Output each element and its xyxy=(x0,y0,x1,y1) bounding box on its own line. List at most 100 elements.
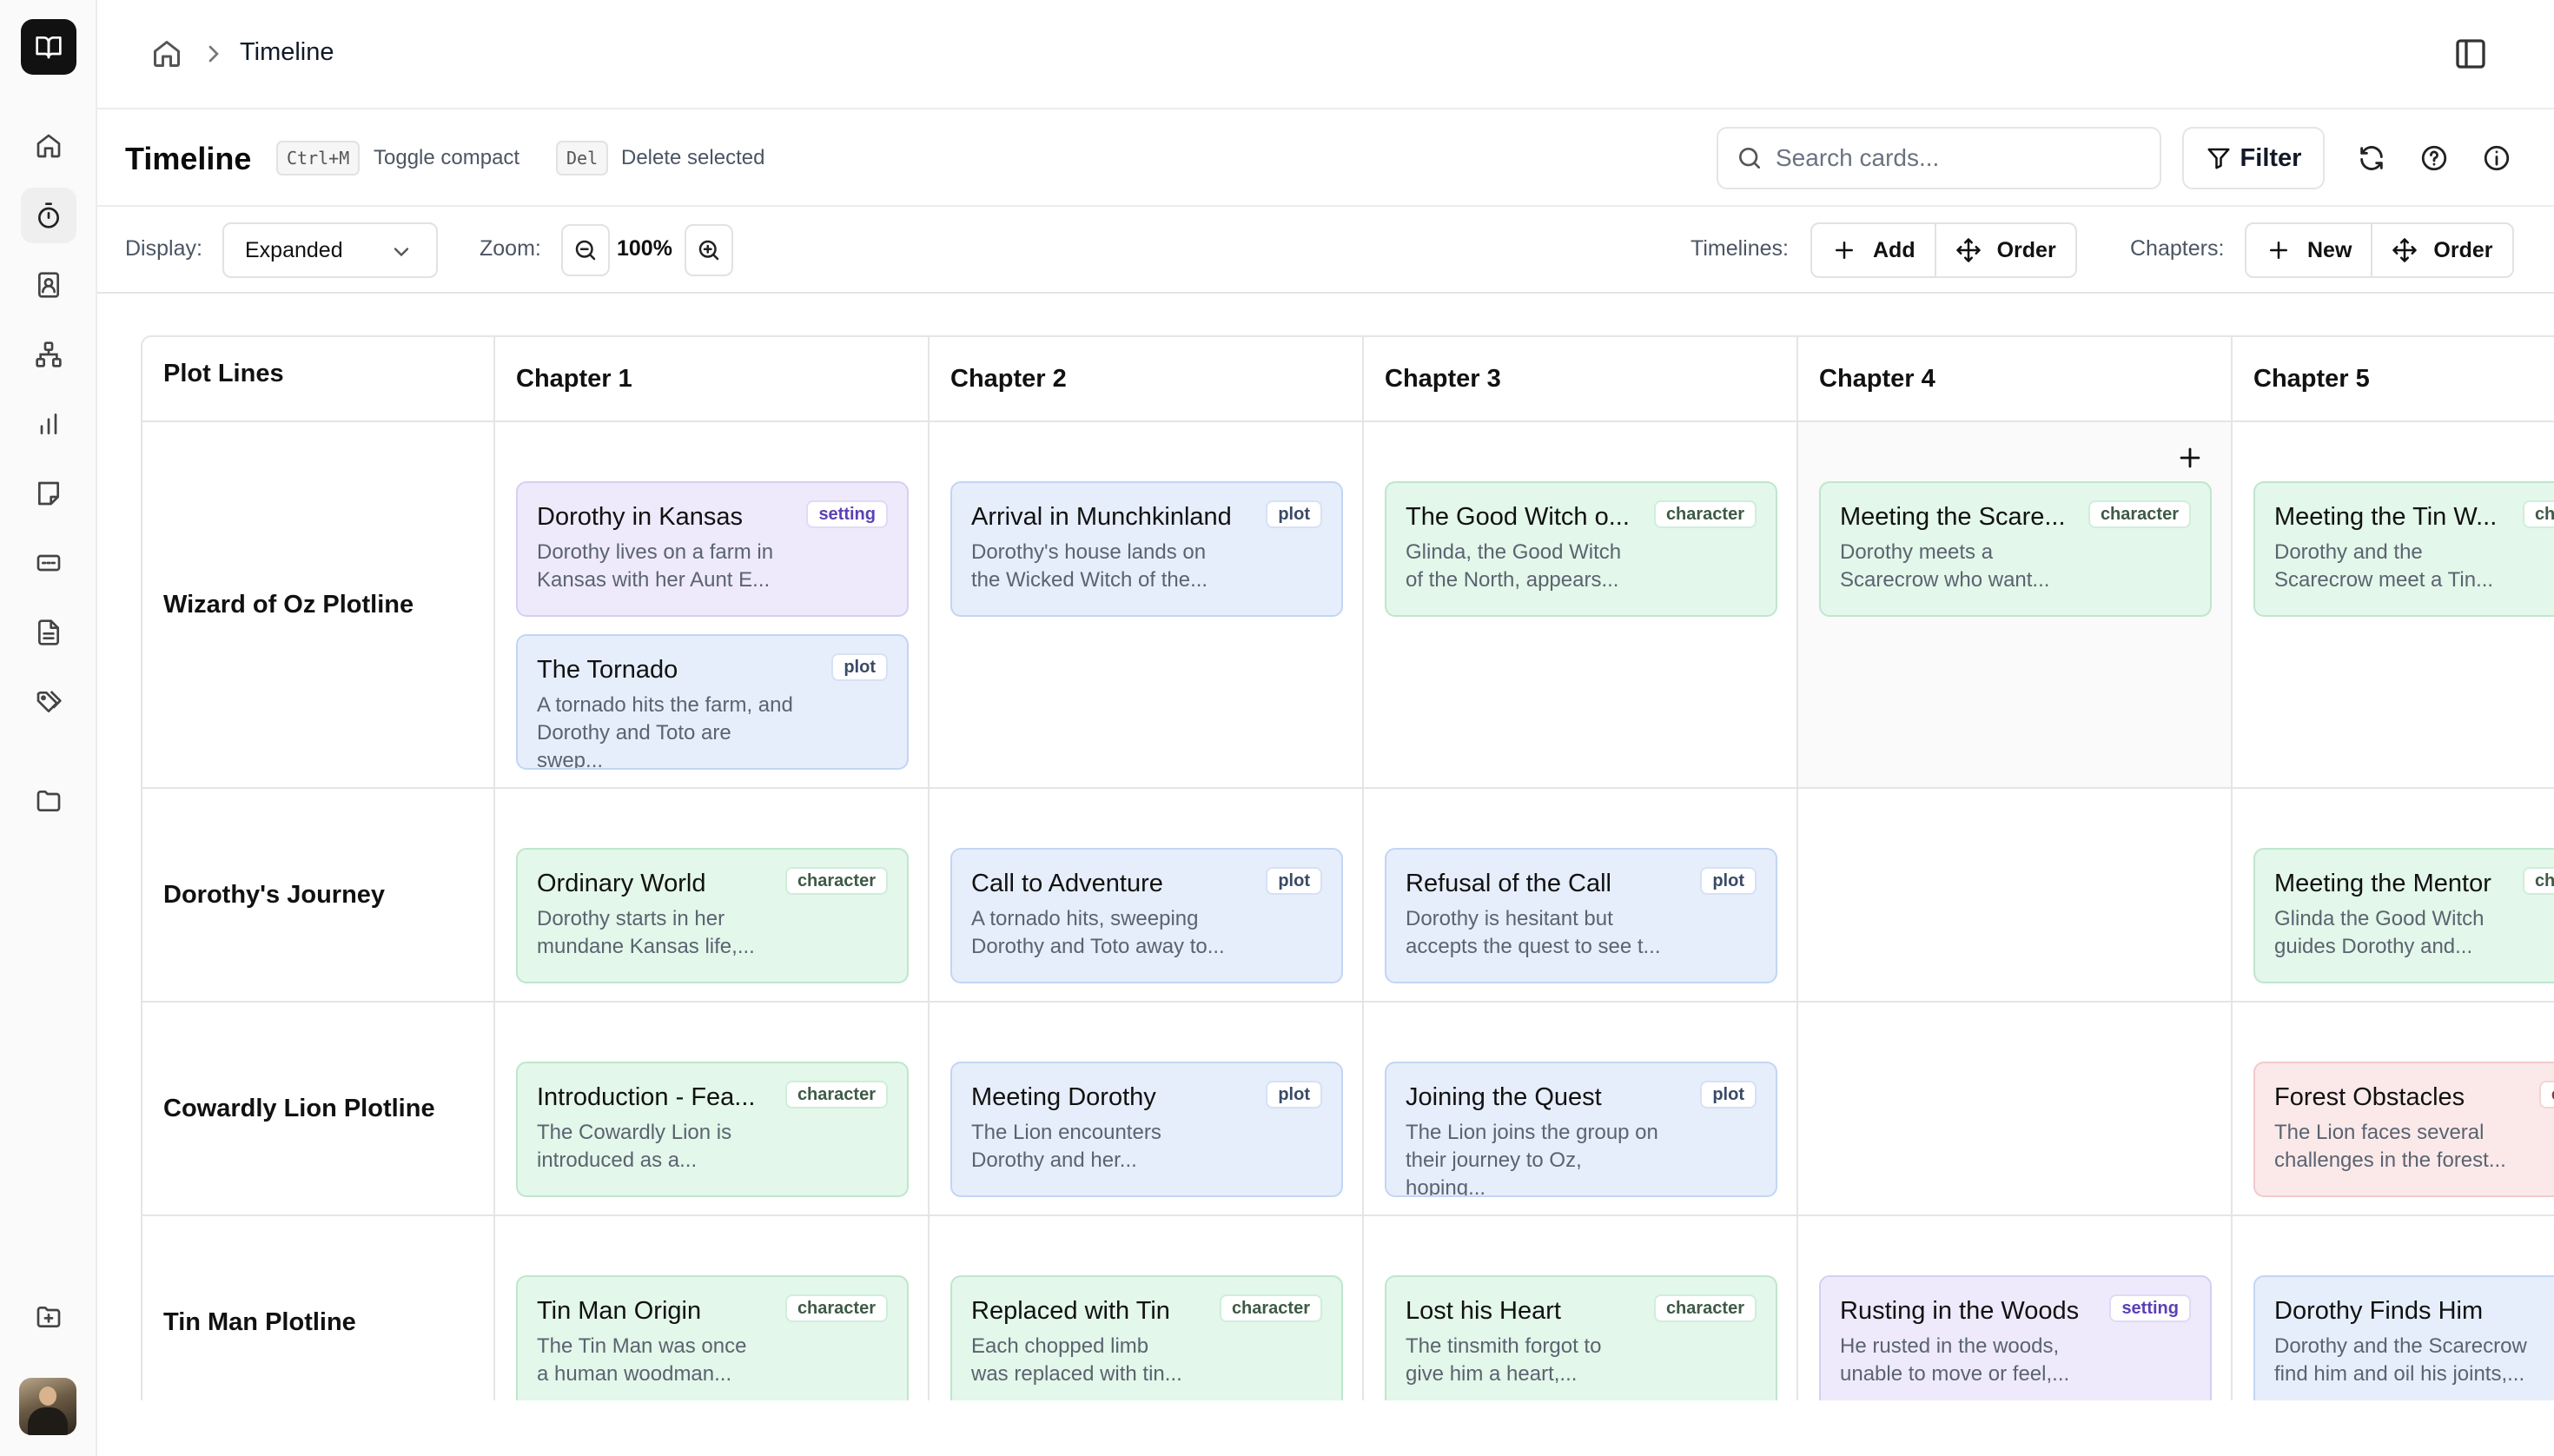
new-chapter-label: New xyxy=(2307,237,2352,262)
chapter-header[interactable]: Chapter 3 xyxy=(1364,337,1798,422)
nav-import[interactable] xyxy=(21,1289,76,1345)
story-card[interactable]: Arrival in Munchkinland plot Dorothy's h… xyxy=(950,481,1343,617)
shortcut-key-toggle: Ctrl+M xyxy=(276,141,361,175)
info-icon xyxy=(2484,145,2510,171)
card-description: He rusted in the woods, unable to move or… xyxy=(1840,1334,2070,1386)
card-tag: character xyxy=(1653,1294,1757,1322)
story-card[interactable]: Call to Adventure plot A tornado hits, s… xyxy=(950,848,1343,983)
nav-folder[interactable] xyxy=(21,773,76,829)
story-card[interactable]: Meeting Dorothy plot The Lion encounters… xyxy=(950,1062,1343,1197)
search-box[interactable] xyxy=(1717,127,2161,189)
plus-icon xyxy=(2270,242,2287,259)
app-logo[interactable] xyxy=(21,19,76,75)
move-icon xyxy=(2392,238,2418,262)
card-title: Forest Obstacles xyxy=(2274,1083,2465,1111)
card-description: Each chopped limb was replaced with tin..… xyxy=(971,1334,1182,1386)
card-tag: character xyxy=(2088,500,2191,528)
card-title: Replaced with Tin xyxy=(971,1297,1170,1325)
order-timelines-label: Order xyxy=(1996,237,2056,262)
story-card[interactable]: The Good Witch o... character Glinda, th… xyxy=(1385,481,1777,617)
add-card-icon[interactable] xyxy=(2175,443,2205,473)
nav-characters[interactable] xyxy=(21,257,76,313)
timeline-grid: Plot Lines Chapter 1 Chapter 2 Chapter 3… xyxy=(141,335,2554,1400)
search-input[interactable] xyxy=(1776,144,2140,172)
search-icon xyxy=(1739,148,1760,169)
sidebar xyxy=(0,0,97,1456)
card-tag: plot xyxy=(1266,867,1322,895)
user-avatar[interactable] xyxy=(19,1378,76,1435)
info-button[interactable] xyxy=(2478,139,2516,177)
card-title: Joining the Quest xyxy=(1406,1083,1602,1111)
card-title: Meeting the Tin W... xyxy=(2274,503,2498,531)
zoom-in-button[interactable] xyxy=(685,224,733,276)
story-card[interactable]: Dorothy in Kansas setting Dorothy lives … xyxy=(516,481,909,617)
chapter-header[interactable]: Chapter 2 xyxy=(930,337,1364,422)
nav-timeline[interactable] xyxy=(21,188,76,243)
zoom-out-button[interactable] xyxy=(561,224,610,276)
display-label: Display: xyxy=(125,236,202,261)
refresh-button[interactable] xyxy=(2352,139,2391,177)
card-title: Rusting in the Woods xyxy=(1840,1297,2080,1325)
order-timelines-button[interactable]: Order xyxy=(1934,224,2075,276)
card-description: Glinda the Good Witch guides Dorothy and.… xyxy=(2274,907,2485,958)
book-open-icon xyxy=(36,36,62,59)
nav-notes[interactable] xyxy=(21,466,76,521)
story-card[interactable]: Ordinary World character Dorothy starts … xyxy=(516,848,909,983)
sidebar-toggle-icon[interactable] xyxy=(2453,36,2488,71)
card-tag: character xyxy=(2522,500,2554,528)
plotline-label[interactable]: Tin Man Plotline xyxy=(142,1216,495,1400)
card-title: Ordinary World xyxy=(537,870,706,897)
timelines-label: Timelines: xyxy=(1691,236,1789,261)
new-chapter-button[interactable]: New xyxy=(2246,224,2371,276)
chapters-actions: New Order xyxy=(2245,222,2514,278)
card-description: The Lion faces several challenges in the … xyxy=(2274,1121,2506,1172)
tags-icon xyxy=(36,691,62,712)
chapter-header[interactable]: Chapter 4 xyxy=(1798,337,2233,422)
timeline-cell[interactable] xyxy=(1798,789,2233,1003)
help-button[interactable] xyxy=(2415,139,2453,177)
story-card[interactable]: Replaced with Tin character Each chopped… xyxy=(950,1275,1343,1400)
nav-tags[interactable] xyxy=(21,674,76,730)
add-timeline-label: Add xyxy=(1873,237,1916,262)
filter-button[interactable]: Filter xyxy=(2182,127,2325,189)
display-select[interactable]: Expanded xyxy=(222,222,438,278)
nav-documents[interactable] xyxy=(21,605,76,660)
timelines-actions: Add Order xyxy=(1810,222,2077,278)
story-card[interactable]: Lost his Heart character The tinsmith fo… xyxy=(1385,1275,1777,1400)
plotline-label[interactable]: Cowardly Lion Plotline xyxy=(142,1003,495,1216)
nav-tickets[interactable] xyxy=(21,535,76,591)
story-card[interactable]: The Tornado plot A tornado hits the farm… xyxy=(516,634,909,770)
plotline-label[interactable]: Wizard of Oz Plotline xyxy=(142,422,495,789)
add-timeline-button[interactable]: Add xyxy=(1812,224,1935,276)
plot-lines-header: Plot Lines xyxy=(142,337,495,422)
card-description: The Tin Man was once a human woodman... xyxy=(537,1334,747,1386)
card-tag: character xyxy=(784,867,888,895)
chapter-header[interactable]: Chapter 1 xyxy=(495,337,930,422)
story-card[interactable]: Dorothy Finds Him plot Dorothy and the S… xyxy=(2253,1275,2554,1400)
chapter-header[interactable]: Chapter 5 xyxy=(2233,337,2554,422)
story-card[interactable]: Joining the Quest plot The Lion joins th… xyxy=(1385,1062,1777,1197)
story-card[interactable]: Meeting the Mentor character Glinda the … xyxy=(2253,848,2554,983)
card-description: Dorothy's house lands on the Wicked Witch… xyxy=(971,540,1208,592)
story-card[interactable]: Meeting the Scare... character Dorothy m… xyxy=(1819,481,2212,617)
story-card[interactable]: Meeting the Tin W... character Dorothy a… xyxy=(2253,481,2554,617)
story-card[interactable]: Rusting in the Woods setting He rusted i… xyxy=(1819,1275,2212,1400)
nav-stats[interactable] xyxy=(21,396,76,452)
order-chapters-button[interactable]: Order xyxy=(2371,224,2511,276)
nav-home[interactable] xyxy=(21,118,76,174)
breadcrumb-home-icon[interactable] xyxy=(151,38,182,69)
timeline-cell[interactable] xyxy=(1798,1003,2233,1216)
view-toolbar: Display: Expanded Zoom: 100% Timelines: … xyxy=(97,208,2554,294)
story-card[interactable]: Tin Man Origin character The Tin Man was… xyxy=(516,1275,909,1400)
ticket-icon xyxy=(36,554,61,572)
story-card[interactable]: Introduction - Fea... character The Cowa… xyxy=(516,1062,909,1197)
nav-network[interactable] xyxy=(21,327,76,382)
card-description: The Lion joins the group on their journey… xyxy=(1406,1121,1658,1197)
zoom-label: Zoom: xyxy=(480,236,541,261)
story-card[interactable]: Refusal of the Call plot Dorothy is hesi… xyxy=(1385,848,1777,983)
card-description: The tinsmith forgot to give him a heart,.… xyxy=(1406,1334,1602,1386)
page-header: Timeline Ctrl+M Toggle compact Del Delet… xyxy=(97,111,2554,207)
plotline-label[interactable]: Dorothy's Journey xyxy=(142,789,495,1003)
story-card[interactable]: Forest Obstacles conflict The Lion faces… xyxy=(2253,1062,2554,1197)
card-description: Dorothy lives on a farm in Kansas with he… xyxy=(537,540,774,592)
